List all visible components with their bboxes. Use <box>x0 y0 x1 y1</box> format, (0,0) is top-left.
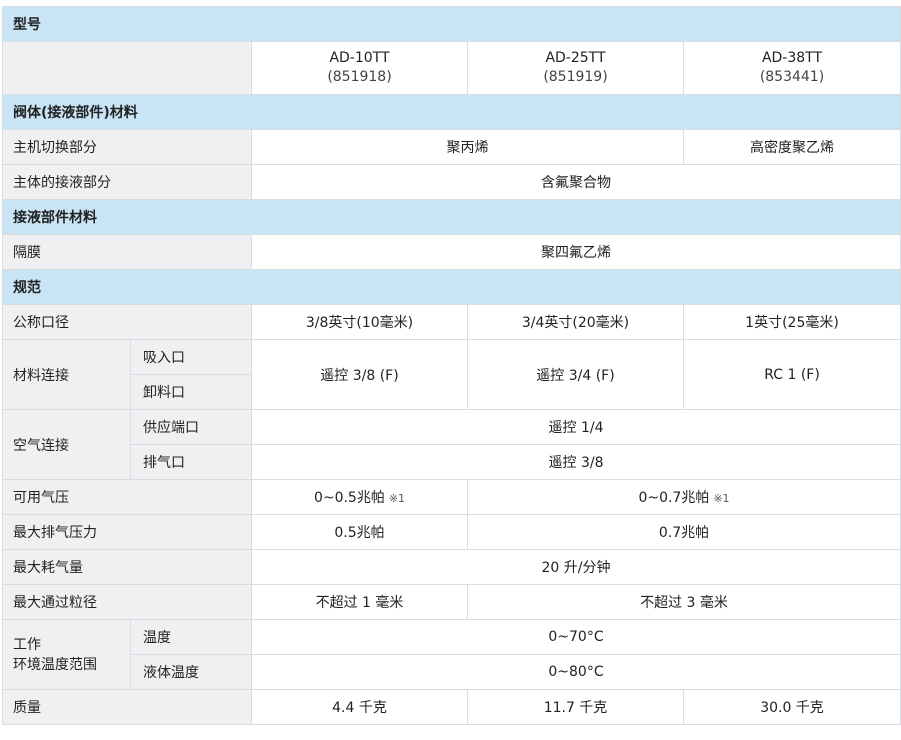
table-row: 材料连接 吸入口 遥控 3/8 (F) 遥控 3/4 (F) RC 1 (F) <box>2 339 901 410</box>
row-value: 含氟聚合物 <box>250 164 901 200</box>
table-row: 液体温度 0~80°C <box>3 654 901 690</box>
row-label: 最大排气压力 <box>2 514 252 550</box>
row-value: 11.7 千克 <box>467 689 684 725</box>
row-value: 遥控 3/8 (F) <box>251 339 468 410</box>
section-body-material-row: 阀体(接液部件)材料 <box>1 94 901 130</box>
model-header-row: AD-10TT (851918) AD-25TT (851919) AD-38T… <box>2 41 901 95</box>
row-label: 工作 环境温度范围 <box>2 619 131 690</box>
table-row: 排气口 遥控 3/8 <box>3 444 901 480</box>
row-value: 遥控 3/8 <box>250 444 901 480</box>
table-row: 最大排气压力 0.5兆帕 0.7兆帕 <box>2 514 901 550</box>
table-row: 质量 4.4 千克 11.7 千克 30.0 千克 <box>2 689 901 725</box>
table-row: 最大耗气量 20 升/分钟 <box>2 549 901 585</box>
table-row: 可用气压 0~0.5兆帕 ※1 0~0.7兆帕 ※1 <box>2 479 901 515</box>
row-label: 主机切换部分 <box>2 129 252 165</box>
footnote-mark: ※1 <box>388 492 406 505</box>
row-value: 高密度聚乙烯 <box>682 129 901 165</box>
row-label-line: 环境温度范围 <box>13 656 97 673</box>
row-label: 最大耗气量 <box>2 549 252 585</box>
row-value: 1英寸(25毫米) <box>682 304 901 340</box>
row-label: 空气连接 <box>2 409 131 480</box>
model-cell-1: AD-10TT (851918) <box>251 41 468 95</box>
row-label: 主体的接液部分 <box>2 164 252 200</box>
row-sublabel: 排气口 <box>130 444 252 480</box>
section-specs-row: 规范 <box>1 269 901 305</box>
row-label: 隔膜 <box>2 234 252 270</box>
row-label: 材料连接 <box>2 339 131 410</box>
row-value: 0~80°C <box>250 654 901 690</box>
row-label: 公称口径 <box>2 304 252 340</box>
row-value: 0~0.5兆帕 ※1 <box>251 479 468 515</box>
section-wetted-material-row: 接液部件材料 <box>1 199 901 235</box>
row-value: 3/8英寸(10毫米) <box>251 304 468 340</box>
table-row: 公称口径 3/8英寸(10毫米) 3/4英寸(20毫米) 1英寸(25毫米) <box>2 304 901 340</box>
model-name: AD-38TT <box>761 50 823 66</box>
row-label: 最大通过粒径 <box>2 584 252 620</box>
row-label-line: 工作 <box>13 636 41 653</box>
row-sublabel: 卸料口 <box>130 374 252 410</box>
row-value: 30.0 千克 <box>682 689 901 725</box>
row-sublabel: 供应端口 <box>130 409 252 445</box>
row-value: 不超过 1 毫米 <box>251 584 468 620</box>
section-model-row: 型号 <box>1 6 901 42</box>
model-cell-2: AD-25TT (851919) <box>467 41 684 95</box>
row-value: 遥控 1/4 <box>250 409 901 445</box>
row-value: RC 1 (F) <box>682 339 901 410</box>
value-text: 0~0.5兆帕 <box>313 490 385 506</box>
row-value: 0~70°C <box>250 619 901 655</box>
table-row: 隔膜 聚四氟乙烯 <box>2 234 901 270</box>
table-row: 工作 环境温度范围 温度 0~70°C <box>2 619 901 690</box>
model-code: (851918) <box>327 69 392 85</box>
section-model: 型号 <box>1 6 901 42</box>
row-value: 3/4英寸(20毫米) <box>467 304 684 340</box>
row-value: 0.7兆帕 <box>466 514 901 550</box>
row-label: 可用气压 <box>2 479 252 515</box>
row-value: 0.5兆帕 <box>251 514 468 550</box>
model-cell-3: AD-38TT (853441) <box>682 41 901 95</box>
table-row: 最大通过粒径 不超过 1 毫米 不超过 3 毫米 <box>2 584 901 620</box>
row-sublabel: 温度 <box>130 619 252 655</box>
model-code: (853441) <box>759 69 825 85</box>
section-wetted-material: 接液部件材料 <box>1 199 901 235</box>
section-body-material: 阀体(接液部件)材料 <box>1 94 901 130</box>
model-name: AD-10TT <box>329 50 390 66</box>
row-label: 质量 <box>2 689 252 725</box>
value-text: 0~0.7兆帕 <box>638 490 710 506</box>
row-value: 遥控 3/4 (F) <box>467 339 684 410</box>
row-sublabel: 吸入口 <box>130 339 252 375</box>
footnote-mark: ※1 <box>713 492 730 505</box>
section-specs: 规范 <box>1 269 901 305</box>
model-name: AD-25TT <box>545 50 606 66</box>
table-row: 空气连接 供应端口 遥控 1/4 <box>2 409 901 480</box>
model-header-blank <box>2 41 252 95</box>
table-row: 主体的接液部分 含氟聚合物 <box>2 164 901 200</box>
row-value: 不超过 3 毫米 <box>466 584 901 620</box>
row-value: 聚四氟乙烯 <box>250 234 901 270</box>
row-value: 4.4 千克 <box>251 689 468 725</box>
row-sublabel: 液体温度 <box>130 654 252 690</box>
model-code: (851919) <box>543 69 608 85</box>
row-value: 20 升/分钟 <box>250 549 901 585</box>
row-value: 聚丙烯 <box>251 129 684 165</box>
spec-table: 型号 AD-10TT (851918) AD-25TT (851919) AD-… <box>1 6 901 725</box>
row-value: 0~0.7兆帕 ※1 <box>466 479 901 515</box>
table-row: 主机切换部分 聚丙烯 高密度聚乙烯 <box>2 129 901 165</box>
